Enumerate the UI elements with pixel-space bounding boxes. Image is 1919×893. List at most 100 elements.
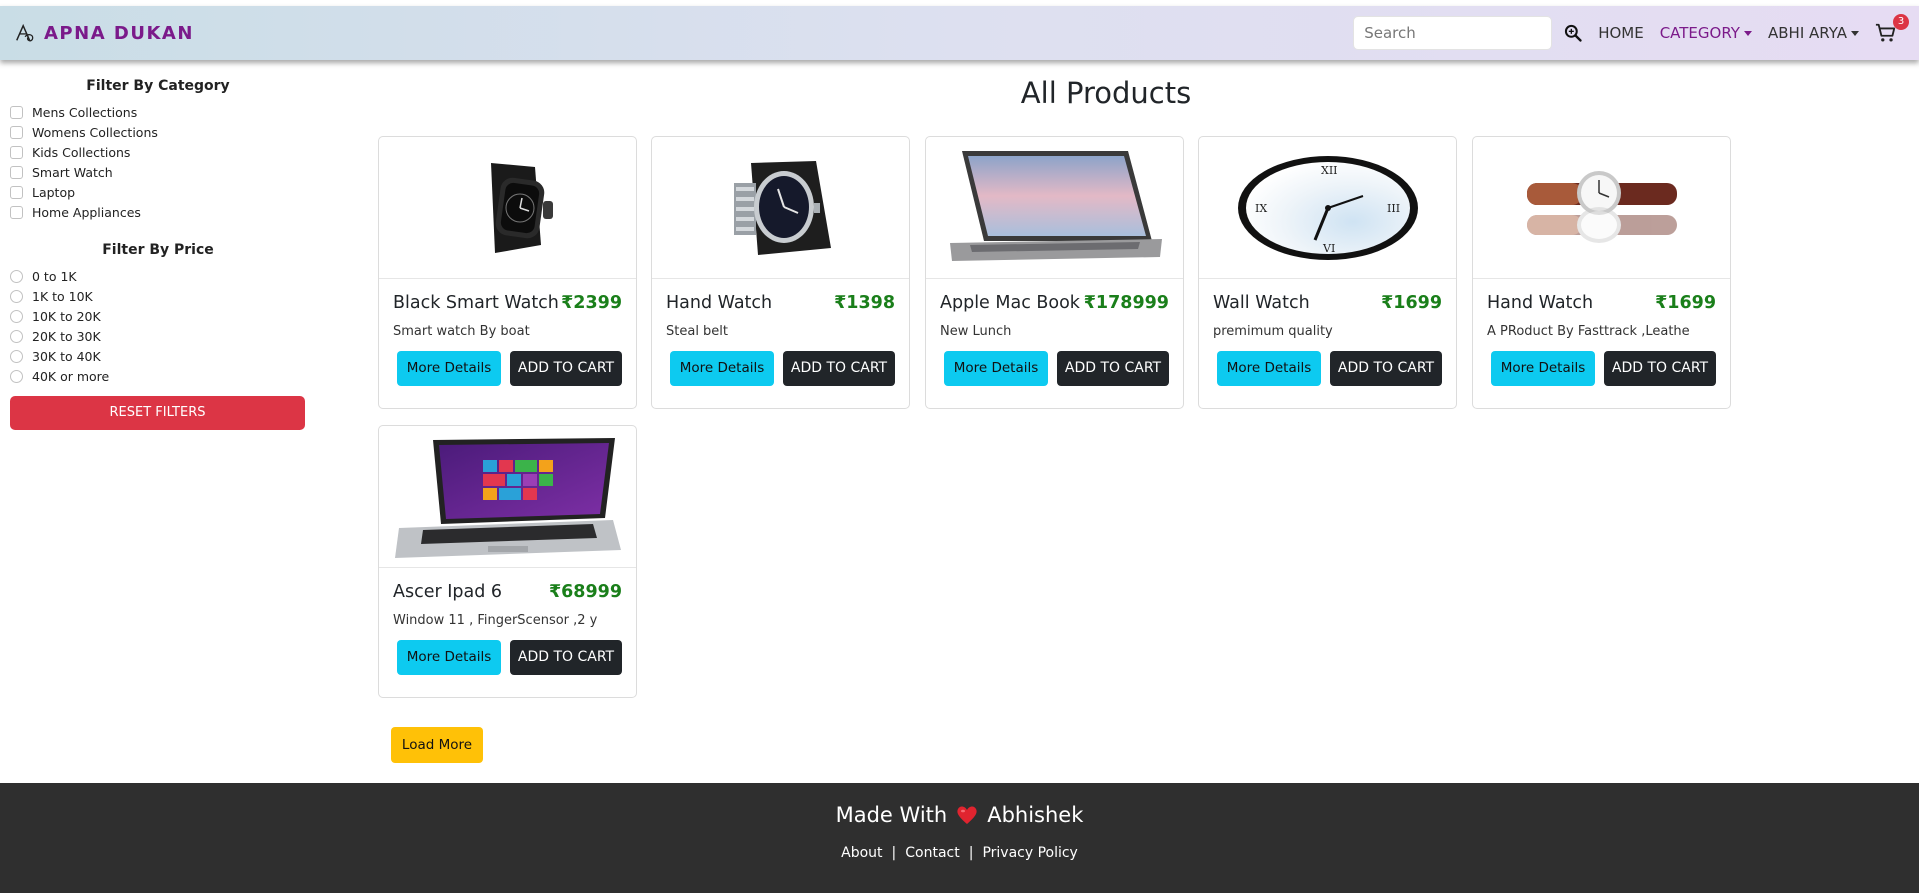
product-price: ₹1699 xyxy=(1381,293,1442,313)
category-filter-label: Womens Collections xyxy=(32,124,158,140)
checkbox[interactable] xyxy=(10,125,23,139)
price-filter-item[interactable]: 40K or more xyxy=(10,366,306,386)
cart-button[interactable]: 3 xyxy=(1875,14,1909,48)
svg-text:IX: IX xyxy=(1255,202,1267,215)
product-price: ₹2399 xyxy=(561,293,622,313)
footer-link-about[interactable]: About xyxy=(841,845,882,861)
checkbox[interactable] xyxy=(10,105,23,119)
product-card-body: Hand Watch ₹1699 A PRoduct By Fasttrack … xyxy=(1473,293,1730,386)
category-filter-title: Filter By Category xyxy=(86,78,230,94)
more-details-button[interactable]: More Details xyxy=(397,351,501,386)
add-to-cart-button[interactable]: ADD TO CART xyxy=(783,351,895,386)
search-button[interactable] xyxy=(1560,20,1586,46)
radio-button[interactable] xyxy=(10,329,23,343)
checkbox[interactable] xyxy=(10,205,23,219)
chevron-down-icon xyxy=(1851,30,1859,36)
macbook-image xyxy=(949,151,1162,261)
product-description: Window 11 , FingerScensor ,2 y xyxy=(393,613,598,628)
product-card-body: Ascer Ipad 6 ₹68999 Window 11 , FingerSc… xyxy=(379,582,636,675)
category-filter-item[interactable]: Smart Watch xyxy=(10,162,306,182)
product-card-body: Hand Watch ₹1398 Steal belt More Details… xyxy=(652,293,909,386)
add-to-cart-button[interactable]: ADD TO CART xyxy=(1604,351,1716,386)
price-filter-label: 30K to 40K xyxy=(32,348,101,364)
nav-user-label: ABHI ARYA xyxy=(1767,24,1847,42)
nav-category-label: CATEGORY xyxy=(1659,24,1740,42)
made-with-text: Made With xyxy=(835,803,948,827)
price-filter-title: Filter By Price xyxy=(102,242,214,258)
category-filter-label: Kids Collections xyxy=(32,144,131,160)
checkbox[interactable] xyxy=(10,165,23,179)
price-filter-item[interactable]: 0 to 1K xyxy=(10,266,306,286)
price-filter: Filter By Price 0 to 1K 1K to 10K 10K to… xyxy=(10,242,306,386)
category-filter-item[interactable]: Kids Collections xyxy=(10,142,306,162)
navbar: APNA DUKAN HOME CATEGORY ABHI ARYA xyxy=(0,6,1919,60)
radio-button[interactable] xyxy=(10,369,23,383)
add-to-cart-button[interactable]: ADD TO CART xyxy=(1330,351,1442,386)
add-to-cart-button[interactable]: ADD TO CART xyxy=(1057,351,1169,386)
heart-icon xyxy=(957,806,977,824)
price-filter-item[interactable]: 20K to 30K xyxy=(10,326,306,346)
footer-separator: | xyxy=(968,845,974,861)
author-name: Abhishek xyxy=(987,803,1084,827)
category-filter-list: Mens Collections Womens Collections Kids… xyxy=(10,102,306,222)
radio-button[interactable] xyxy=(10,289,23,303)
footer-link-contact[interactable]: Contact xyxy=(905,845,959,861)
radio-button[interactable] xyxy=(10,309,23,323)
wall-clock-image: XII III VI IX xyxy=(1237,155,1418,260)
product-name: Ascer Ipad 6 xyxy=(393,582,503,602)
add-to-cart-button[interactable]: ADD TO CART xyxy=(510,351,622,386)
product-card: Hand Watch ₹1398 Steal belt More Details… xyxy=(651,136,910,409)
more-details-button[interactable]: More Details xyxy=(1217,351,1321,386)
product-card: Apple Mac Book ₹178999 New Lunch More De… xyxy=(925,136,1184,409)
checkbox[interactable] xyxy=(10,185,23,199)
price-filter-label: 40K or more xyxy=(32,368,110,384)
price-filter-item[interactable]: 1K to 10K xyxy=(10,286,306,306)
footer-link-privacy-policy[interactable]: Privacy Policy xyxy=(982,845,1077,861)
search-input[interactable] xyxy=(1353,16,1553,50)
product-price: ₹1398 xyxy=(834,293,895,313)
checkbox[interactable] xyxy=(10,145,23,159)
product-name: Hand Watch xyxy=(666,293,773,313)
category-filter-item[interactable]: Laptop xyxy=(10,182,306,202)
category-filter-item[interactable]: Womens Collections xyxy=(10,122,306,142)
more-details-button[interactable]: More Details xyxy=(670,351,774,386)
product-card-body: Wall Watch ₹1699 premimum quality More D… xyxy=(1199,293,1456,386)
search-icon xyxy=(1565,24,1582,42)
nav-user-dropdown[interactable]: ABHI ARYA xyxy=(1768,24,1859,42)
nav-home-link[interactable]: HOME xyxy=(1598,24,1644,42)
svg-text:VI: VI xyxy=(1322,242,1335,255)
footer-title: Made With Abhishek xyxy=(0,803,1919,827)
product-card: Ascer Ipad 6 ₹68999 Window 11 , FingerSc… xyxy=(378,425,637,698)
add-to-cart-button[interactable]: ADD TO CART xyxy=(510,640,622,675)
footer-links: About | Contact | Privacy Policy xyxy=(0,845,1919,861)
product-image xyxy=(379,426,636,568)
reset-filters-button[interactable]: RESET FILTERS xyxy=(10,396,305,430)
product-image xyxy=(652,137,909,279)
product-image: XII III VI IX xyxy=(1199,137,1456,279)
more-details-button[interactable]: More Details xyxy=(944,351,1048,386)
brand[interactable]: APNA DUKAN xyxy=(14,22,194,44)
radio-button[interactable] xyxy=(10,349,23,363)
category-filter-item[interactable]: Mens Collections xyxy=(10,102,306,122)
more-details-button[interactable]: More Details xyxy=(397,640,501,675)
load-more-button[interactable]: Load More xyxy=(391,727,483,763)
footer-separator: | xyxy=(891,845,897,861)
product-card-body: Black Smart Watch ₹2399 Smart watch By b… xyxy=(379,293,636,386)
nav-right: HOME CATEGORY ABHI ARYA 3 xyxy=(1353,6,1919,60)
product-name: Black Smart Watch xyxy=(393,293,559,313)
product-description: Steal belt xyxy=(666,324,729,339)
shop-logo-icon xyxy=(16,23,34,42)
price-filter-label: 10K to 20K xyxy=(32,308,101,324)
category-filter-item[interactable]: Home Appliances xyxy=(10,202,306,222)
price-filter-label: 1K to 10K xyxy=(32,288,93,304)
price-filter-list: 0 to 1K 1K to 10K 10K to 20K 20K to 30K … xyxy=(10,266,306,386)
laptop-image xyxy=(394,437,621,558)
product-price: ₹1699 xyxy=(1655,293,1716,313)
category-filter-label: Mens Collections xyxy=(32,104,138,120)
price-filter-item[interactable]: 30K to 40K xyxy=(10,346,306,366)
radio-button[interactable] xyxy=(10,269,23,283)
nav-category-dropdown[interactable]: CATEGORY xyxy=(1660,24,1752,42)
more-details-button[interactable]: More Details xyxy=(1491,351,1595,386)
product-description: premimum quality xyxy=(1213,324,1333,339)
price-filter-item[interactable]: 10K to 20K xyxy=(10,306,306,326)
